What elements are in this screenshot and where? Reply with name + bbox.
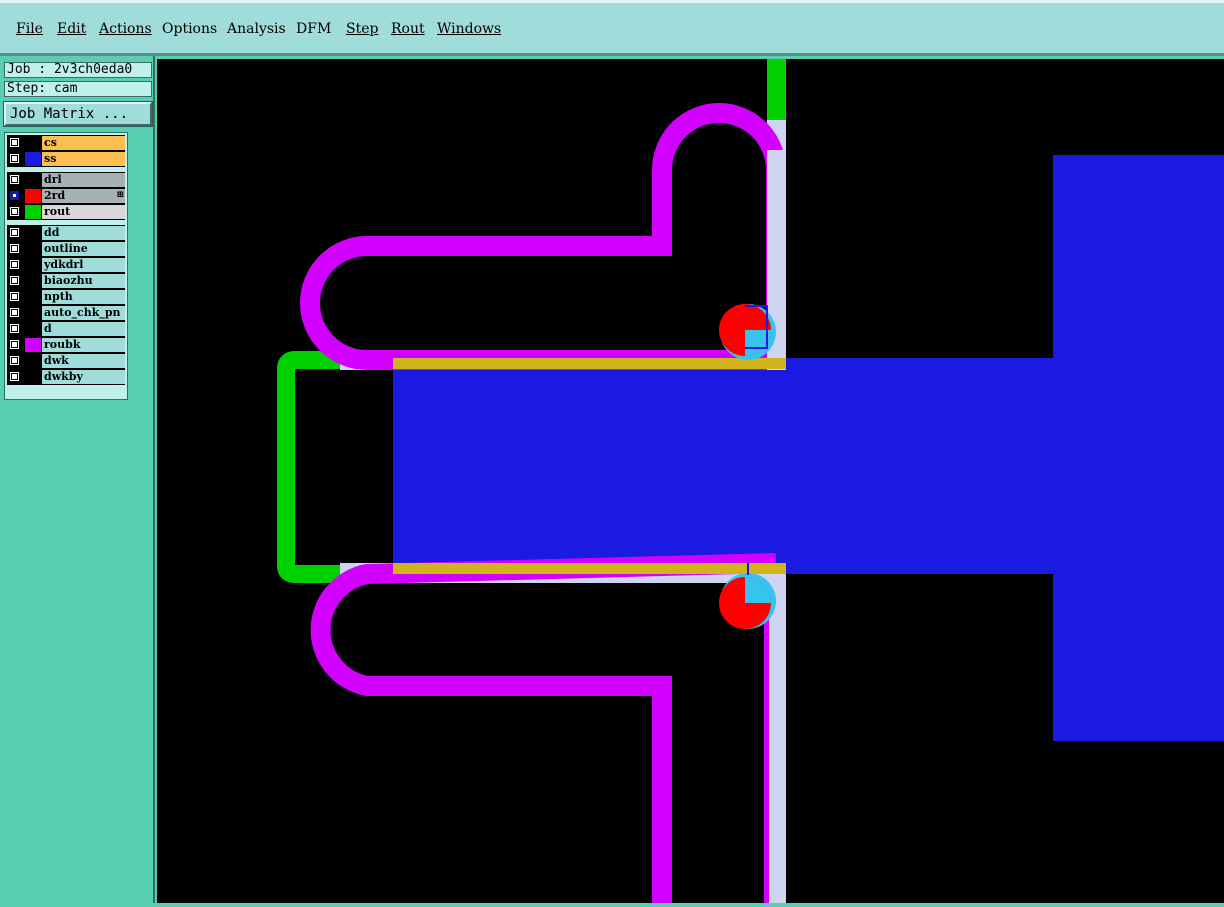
layer-list: cs ss drl 2rd ⊞ rout dd outline ydkdrl biaozhu npt… xyxy=(4,132,128,400)
layer-color-swatch[interactable] xyxy=(25,173,41,187)
layer-name[interactable]: outline xyxy=(42,242,125,256)
layer-checkbox[interactable] xyxy=(9,243,20,254)
layer-checkbox[interactable] xyxy=(9,339,20,350)
layer-row-d[interactable]: d xyxy=(7,322,125,336)
layer-name[interactable]: cs xyxy=(42,136,125,150)
copper-finger xyxy=(393,358,1224,574)
layer-row-drl[interactable]: drl xyxy=(7,173,125,187)
menu-bar: File Edit Actions Options Analysis DFM S… xyxy=(0,0,1224,56)
menu-file[interactable]: File xyxy=(16,21,43,37)
menu-rout-label: Rout xyxy=(391,21,425,37)
layer-row-ydkdrl[interactable]: ydkdrl xyxy=(7,258,125,272)
layer-checkbox[interactable] xyxy=(9,355,20,366)
layer-name[interactable]: roubk xyxy=(42,338,125,352)
menu-options[interactable]: Options xyxy=(162,21,217,37)
layer-checkbox[interactable] xyxy=(9,259,20,270)
layer-color-swatch[interactable] xyxy=(25,226,41,240)
layer-color-swatch[interactable] xyxy=(25,322,41,336)
menu-actions[interactable]: Actions xyxy=(99,21,152,37)
layer-checkbox[interactable] xyxy=(9,291,20,302)
menu-edit[interactable]: Edit xyxy=(57,21,86,37)
step-name-label: Step: cam xyxy=(4,81,152,97)
layer-row-dwkby[interactable]: dwkby xyxy=(7,370,125,384)
layer-checkbox[interactable] xyxy=(9,153,20,164)
layer-color-swatch[interactable] xyxy=(25,136,41,150)
layer-row-ss[interactable]: ss xyxy=(7,152,125,166)
layer-flag-icon: ⊞ xyxy=(116,190,124,200)
trim-top xyxy=(393,358,786,369)
roubk-edge-lower xyxy=(764,590,769,903)
layer-color-swatch[interactable] xyxy=(25,242,41,256)
layer-name[interactable]: npth xyxy=(42,290,125,304)
layer-checkbox[interactable] xyxy=(9,371,20,382)
menu-rout[interactable]: Rout xyxy=(391,21,425,37)
layer-row-dd[interactable]: dd xyxy=(7,226,125,240)
layer-checkbox[interactable] xyxy=(9,227,20,238)
menu-analysis[interactable]: Analysis xyxy=(227,21,286,37)
roubk-path-lower xyxy=(310,553,777,903)
layer-row-cs[interactable]: cs xyxy=(7,136,125,150)
outline-overlay-lower xyxy=(767,570,786,903)
layer-row-rout[interactable]: rout xyxy=(7,205,125,219)
job-name-label: Job : 2v3ch0eda0 xyxy=(4,62,152,78)
layer-checkbox[interactable] xyxy=(9,137,20,148)
layer-row-biaozhu[interactable]: biaozhu xyxy=(7,274,125,288)
layer-color-swatch[interactable] xyxy=(25,274,41,288)
menu-dfm-label: DFM xyxy=(296,21,332,37)
layer-name[interactable]: rout xyxy=(42,205,125,219)
layer-row-dwk[interactable]: dwk xyxy=(7,354,125,368)
layer-color-swatch[interactable] xyxy=(25,354,41,368)
menu-file-label: File xyxy=(16,21,43,37)
graphics-canvas[interactable] xyxy=(157,59,1224,903)
menu-actions-label: Actions xyxy=(99,21,152,37)
layer-name[interactable]: ss xyxy=(42,152,125,166)
menu-dfm[interactable]: DFM xyxy=(296,21,331,37)
layer-row-roubk[interactable]: roubk xyxy=(7,338,125,352)
layer-row-2rd[interactable]: 2rd ⊞ xyxy=(7,189,125,203)
layer-name[interactable]: dwk xyxy=(42,354,125,368)
layer-row-outline[interactable]: outline xyxy=(7,242,125,256)
menu-edit-label: Edit xyxy=(57,21,87,37)
layer-color-swatch[interactable] xyxy=(25,258,41,272)
trim-bottom xyxy=(393,563,786,574)
layer-name[interactable]: dwkby xyxy=(42,370,125,384)
layer-color-swatch[interactable] xyxy=(25,306,41,320)
left-panel: Job : 2v3ch0eda0 Step: cam Job Matrix ..… xyxy=(0,56,155,903)
job-matrix-button[interactable]: Job Matrix ... xyxy=(3,101,153,127)
layer-name[interactable]: drl xyxy=(42,173,125,187)
layer-color-swatch[interactable] xyxy=(25,189,41,203)
layer-color-swatch[interactable] xyxy=(25,370,41,384)
menu-step[interactable]: Step xyxy=(346,21,378,37)
layer-color-swatch[interactable] xyxy=(25,152,41,166)
layer-color-swatch[interactable] xyxy=(25,290,41,304)
menu-analysis-label: Analysis xyxy=(227,21,286,37)
layer-color-swatch[interactable] xyxy=(25,338,41,352)
layer-name[interactable]: ydkdrl xyxy=(42,258,125,272)
layer-checkbox[interactable] xyxy=(9,174,20,185)
layer-checkbox[interactable] xyxy=(9,190,20,201)
menu-options-label: Options xyxy=(162,21,218,37)
layer-name[interactable]: 2rd ⊞ xyxy=(42,189,125,203)
roubk-path-upper xyxy=(300,103,786,370)
layer-row-npth[interactable]: npth xyxy=(7,290,125,304)
menu-step-label: Step xyxy=(346,21,379,37)
layer-color-swatch[interactable] xyxy=(25,205,41,219)
rout-slot-outline xyxy=(277,351,393,583)
layer-name[interactable]: biaozhu xyxy=(42,274,125,288)
board-view xyxy=(277,59,1224,903)
layer-name[interactable]: dd xyxy=(42,226,125,240)
layer-name[interactable]: auto_chk_pn xyxy=(42,306,125,320)
layer-checkbox[interactable] xyxy=(9,206,20,217)
layer-checkbox[interactable] xyxy=(9,275,20,286)
menu-windows[interactable]: Windows xyxy=(437,21,501,37)
layer-checkbox[interactable] xyxy=(9,307,20,318)
layer-checkbox[interactable] xyxy=(9,323,20,334)
menu-windows-label: Windows xyxy=(437,21,502,37)
layer-name[interactable]: d xyxy=(42,322,125,336)
layer-row-auto_chk_pn[interactable]: auto_chk_pn xyxy=(7,306,125,320)
